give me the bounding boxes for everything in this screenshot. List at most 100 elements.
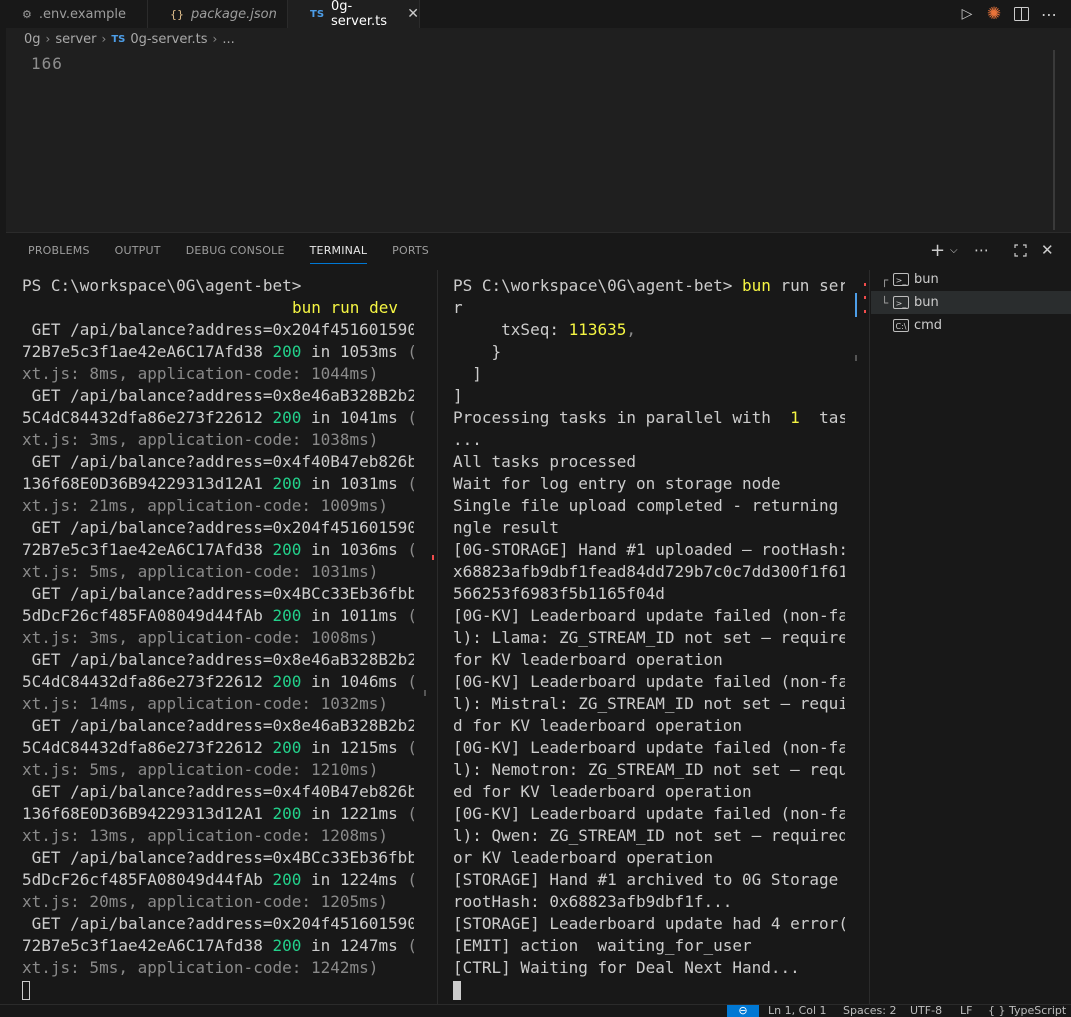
maximize-panel-icon[interactable] <box>1014 241 1027 259</box>
request-line: GET /api/balance?address=0x204f451601590… <box>22 914 414 933</box>
response-time: in 1221ms <box>311 804 398 823</box>
response-time: in 1041ms <box>311 408 398 427</box>
timing-detail: (ne <box>398 672 414 691</box>
timing-detail: (ne <box>398 540 414 559</box>
request-line: GET /api/balance?address=0x4BCc33Eb36fbb… <box>22 848 414 867</box>
tab-0g-server-ts[interactable]: TS 0g-server.ts ✕ <box>288 0 420 29</box>
terminal-name: bun <box>914 295 939 310</box>
terminal-icon: >_ <box>893 296 909 309</box>
language-label: TypeScript <box>1009 1004 1067 1017</box>
cursor-position[interactable]: Ln 1, Col 1 <box>768 1004 827 1017</box>
request-address: 136f68E0D36B94229313d12A1 <box>22 474 263 493</box>
scrollbar-thumb[interactable] <box>424 690 426 696</box>
log-line: Wait for log entry on storage node <box>453 474 781 493</box>
editor-scrollbar[interactable] <box>1053 50 1055 230</box>
terminal-pane-server[interactable]: PS C:\workspace\0G\agent-bet> bun run se… <box>453 275 845 1001</box>
tab-debug-console[interactable]: DEBUG CONSOLE <box>186 243 285 263</box>
request-line: GET /api/balance?address=0x204f451601590… <box>22 518 414 537</box>
run-icon[interactable]: ▷ <box>955 2 979 26</box>
log-line: [STORAGE] Leaderboard update had 4 error… <box>453 914 845 933</box>
tab-env-example[interactable]: ⚙ .env.example <box>0 0 148 28</box>
server-log: ... All tasks processed Wait for log entry… <box>453 429 845 979</box>
terminal-text: ] <box>453 364 482 383</box>
request-line: GET /api/balance?address=0x4f40B47eb826b… <box>22 452 414 471</box>
log-line: [0G-KV] Leaderboard update failed (non-f… <box>453 804 845 823</box>
status-code: 200 <box>272 672 302 691</box>
indentation[interactable]: Spaces: 2 <box>843 1004 896 1017</box>
log-line: x68823afb9dbf1fead84dd729b7c0c7dd300f1f6… <box>453 562 845 581</box>
response-time: in 1224ms <box>311 870 398 889</box>
request-address: 5dDcF26cf485FA08049d44fAb <box>22 606 263 625</box>
chevron-down-icon[interactable]: ⌵ <box>950 241 958 259</box>
terminal-list-item[interactable]: └ >_ bun <box>871 291 1071 314</box>
terminal-list-item[interactable]: C:\ cmd <box>871 314 1071 337</box>
timing-detail: (ne <box>398 738 414 757</box>
line-ending[interactable]: LF <box>960 1004 972 1017</box>
close-panel-icon[interactable]: ✕ <box>1041 241 1054 259</box>
request-line: 136f68E0D36B94229313d12A1 200 in 1031ms … <box>22 473 414 495</box>
braces-icon: { } <box>988 1004 1009 1017</box>
timing-detail: xt.js: 21ms, application-code: 1009ms) <box>22 496 389 515</box>
log-line: ... <box>453 430 482 449</box>
request-line: GET /api/balance?address=0x8e46aB328B2b2… <box>22 716 414 735</box>
editor-tab-bar: ⚙ .env.example {} package.json TS 0g-ser… <box>0 0 1071 29</box>
log-line: l): Llama: ZG_STREAM_ID not set — requir… <box>453 628 845 647</box>
terminal-text: ] <box>453 386 463 405</box>
scrollbar-thumb[interactable] <box>855 355 857 361</box>
breadcrumb: 0g › server › TS 0g-server.ts › ... <box>24 30 235 48</box>
tab-label: .env.example <box>38 6 127 22</box>
request-line: 72B7e5c3f1ae42eA6C17Afd38 200 in 1247ms … <box>22 935 414 957</box>
close-icon[interactable]: ✕ <box>407 6 419 22</box>
chevron-right-icon: › <box>45 32 51 46</box>
encoding[interactable]: UTF-8 <box>910 1004 942 1017</box>
breadcrumb-item[interactable]: 0g <box>24 32 41 47</box>
request-address: 5C4dC84432dfa86e273f22612 <box>22 408 263 427</box>
tab-package-json[interactable]: {} package.json <box>148 0 288 28</box>
log-line: for KV leaderboard operation <box>453 650 723 669</box>
timing-detail: (ne <box>398 474 414 493</box>
timing-detail: xt.js: 3ms, application-code: 1008ms) <box>22 628 379 647</box>
log-line: [CTRL] Waiting for Deal Next Hand... <box>453 958 800 977</box>
terminal-pane-dev[interactable]: PS C:\workspace\0G\agent-bet> bun run de… <box>22 275 414 1001</box>
language-mode[interactable]: { } TypeScript <box>988 1004 1066 1017</box>
log-line: l): Nemotron: ZG_STREAM_ID not set — req… <box>453 760 845 779</box>
terminal-list-item[interactable]: ┌ >_ bun <box>871 268 1071 291</box>
new-terminal-icon[interactable]: + <box>930 240 945 261</box>
log-line: l): Mistral: ZG_STREAM_ID not set — requ… <box>453 694 845 713</box>
terminal-prompt: PS C:\workspace\0G\agent-bet> <box>453 276 733 295</box>
timing-detail: xt.js: 20ms, application-code: 1205ms) <box>22 892 389 911</box>
gear-icon: ⚙ <box>22 7 32 21</box>
tab-terminal[interactable]: TERMINAL <box>309 243 368 264</box>
more-actions-icon[interactable]: ⋯ <box>974 241 989 259</box>
status-bar: ⊖ Ln 1, Col 1 Spaces: 2 UTF-8 LF { } Typ… <box>0 1004 1071 1017</box>
terminal-command-bun: bun <box>742 276 771 295</box>
response-time: in 1031ms <box>311 474 398 493</box>
breadcrumb-item[interactable]: server <box>55 32 96 47</box>
breadcrumb-item[interactable]: 0g-server.ts <box>130 32 207 47</box>
terminal-split-divider[interactable] <box>437 270 438 1005</box>
request-address: 136f68E0D36B94229313d12A1 <box>22 804 263 823</box>
timing-detail: (ne <box>398 408 414 427</box>
tab-output[interactable]: OUTPUT <box>115 243 161 263</box>
terminal-list-divider[interactable] <box>869 270 870 1005</box>
txseq-key: txSeq: <box>453 320 569 339</box>
scroll-marker <box>855 293 857 317</box>
timing-detail: (ne <box>398 936 414 955</box>
status-code: 200 <box>272 474 302 493</box>
terminal-text: r <box>453 298 463 317</box>
claude-icon[interactable]: ✺ <box>982 2 1006 26</box>
timing-detail: xt.js: 5ms, application-code: 1242ms) <box>22 958 379 977</box>
code-editor[interactable]: 166 <box>6 50 1053 230</box>
tree-line: ┌ <box>881 272 889 287</box>
tab-problems[interactable]: PROBLEMS <box>28 243 90 263</box>
split-editor-icon[interactable] <box>1009 2 1033 26</box>
terminal-command-args: run serve <box>780 276 845 295</box>
more-actions-icon[interactable]: ⋯ <box>1037 2 1061 26</box>
breadcrumb-item[interactable]: ... <box>222 32 234 47</box>
remote-icon[interactable]: ⊖ <box>727 1005 759 1017</box>
chevron-right-icon: › <box>101 32 107 46</box>
tab-ports[interactable]: PORTS <box>392 243 429 263</box>
timing-detail: (ne <box>398 606 414 625</box>
typescript-icon: TS <box>310 8 325 20</box>
log-line: 566253f6983f5b1165f04d <box>453 584 665 603</box>
